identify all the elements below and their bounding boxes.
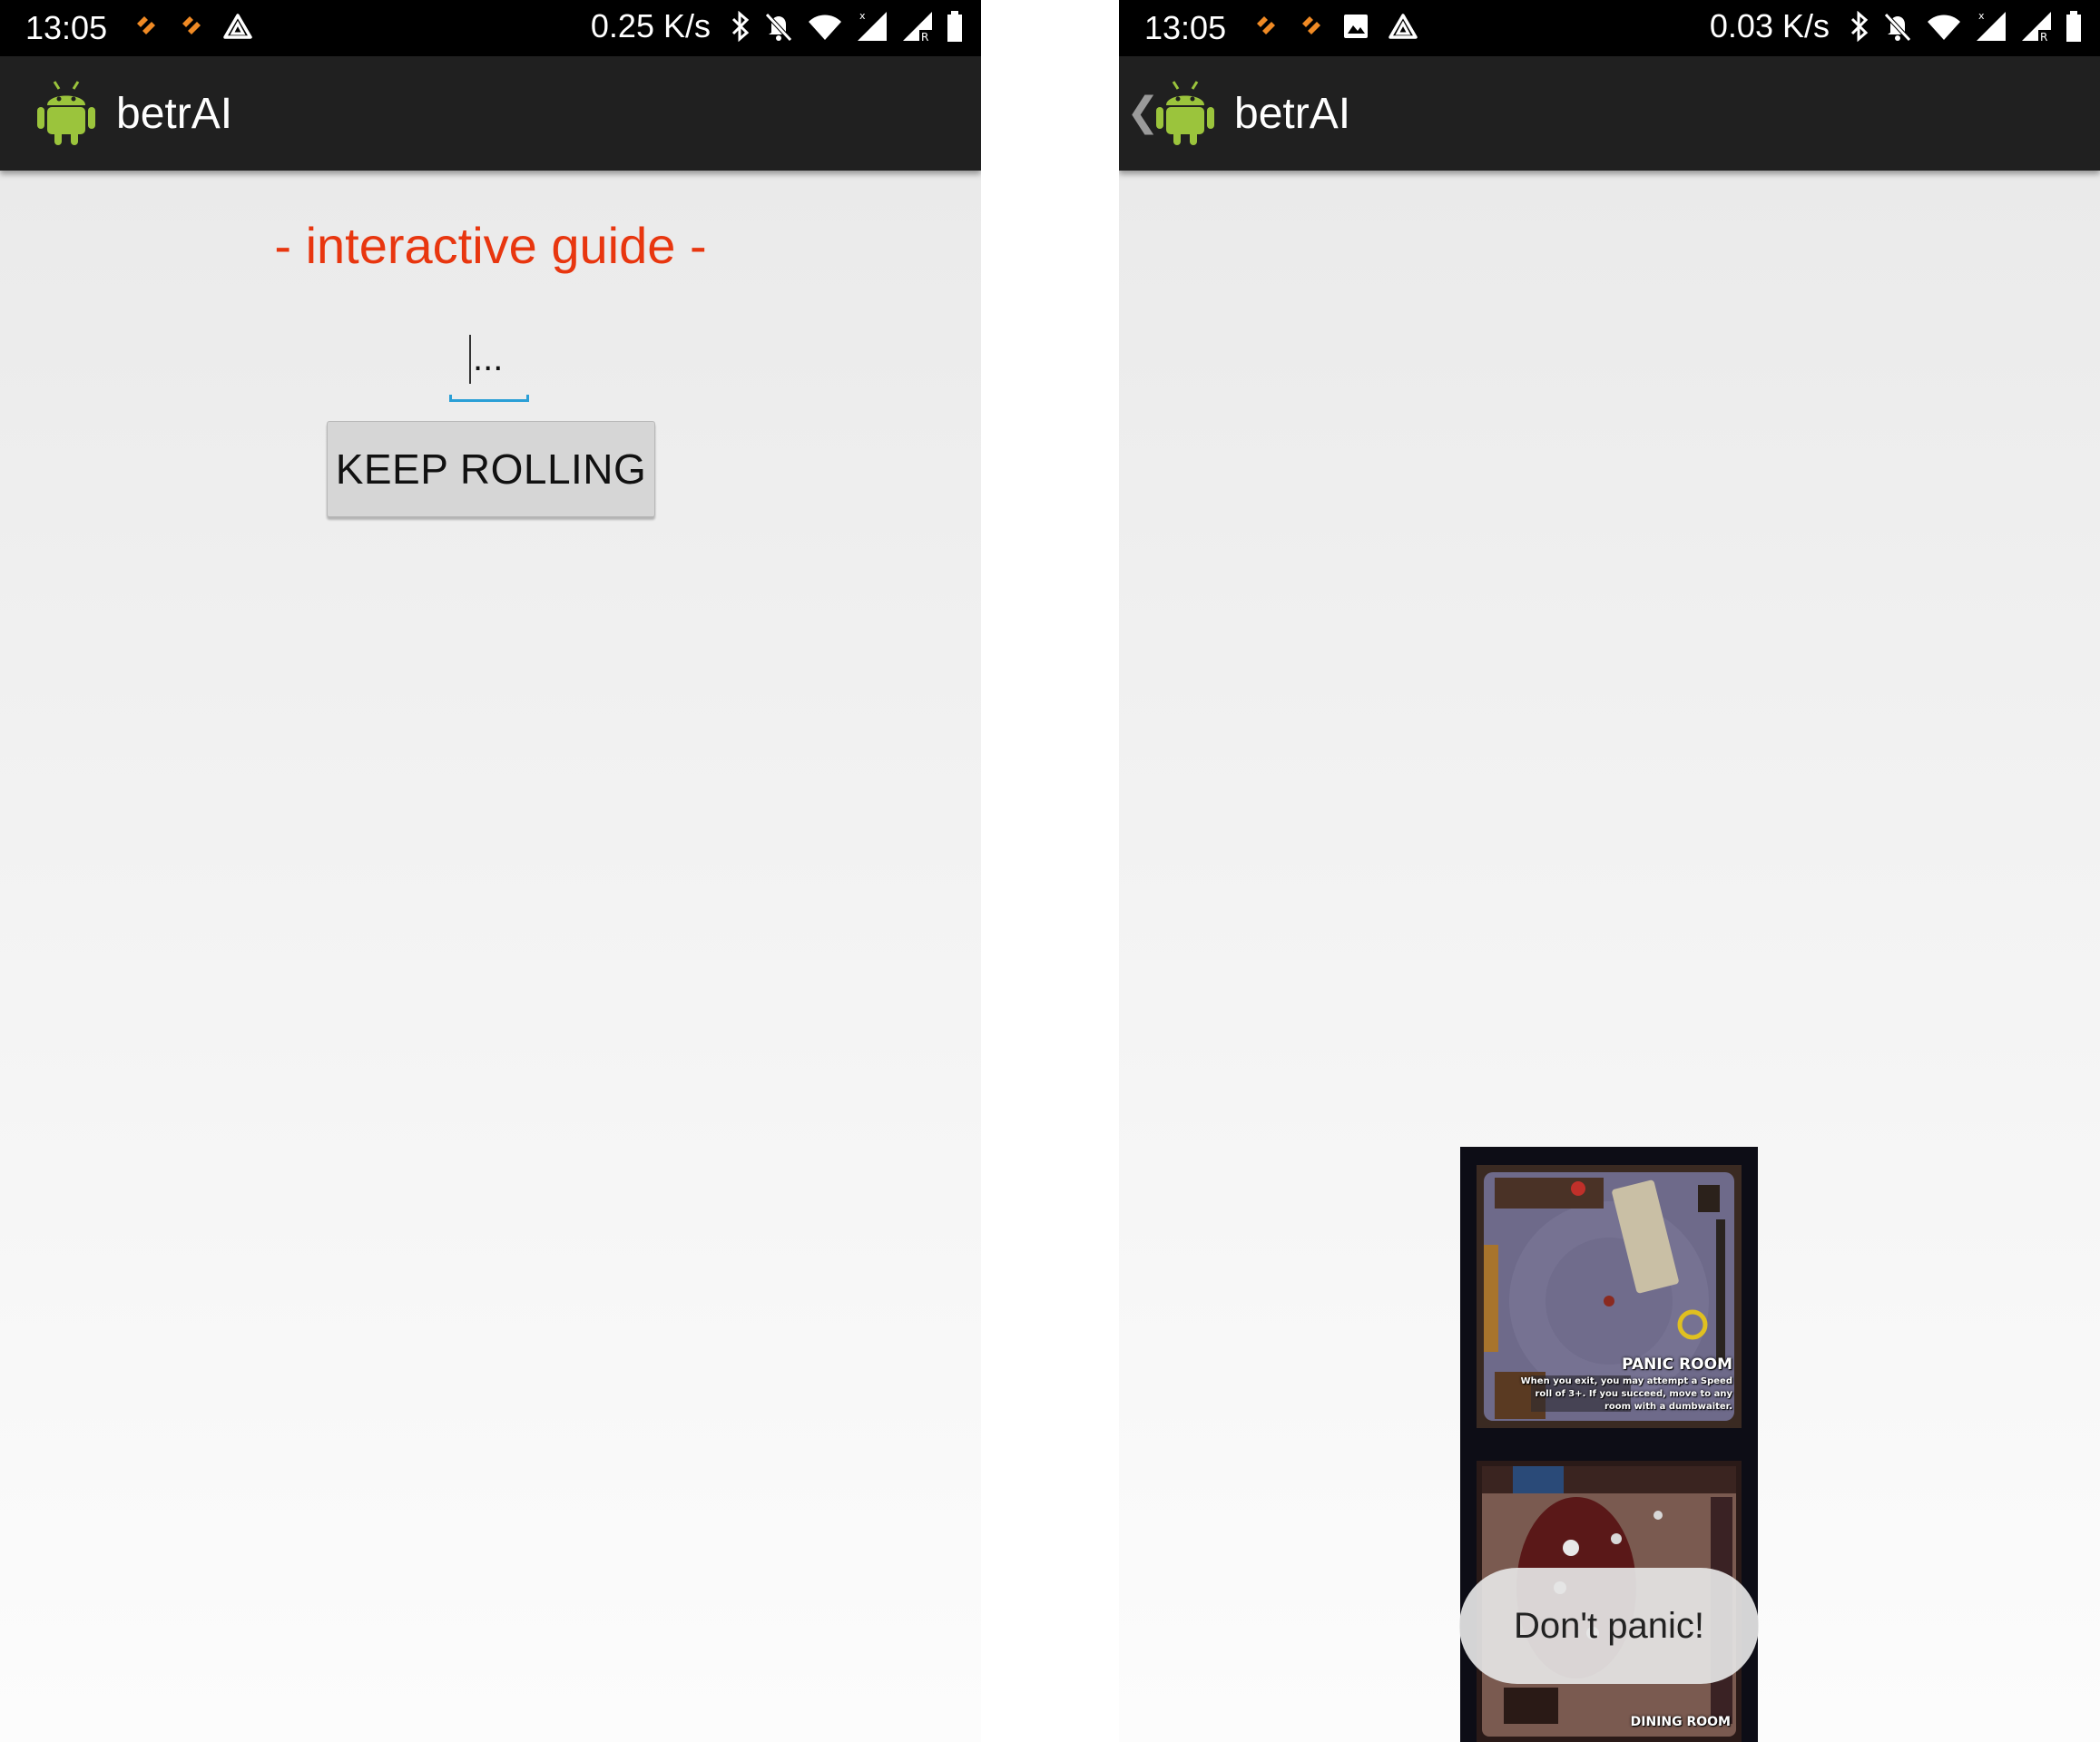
dining-room-name: DINING ROOM bbox=[1630, 1715, 1731, 1729]
right-phone-screen: 13:05 0.03 K/s x R ❮ betrAI PANIC ROOM W… bbox=[1119, 0, 2100, 1742]
signal-roaming-icon: R bbox=[2020, 10, 2053, 43]
action-bar: betrAI bbox=[0, 56, 981, 171]
keep-rolling-button[interactable]: KEEP ROLLING bbox=[327, 421, 655, 517]
app-title: betrAI bbox=[1234, 90, 1351, 138]
status-time: 13:05 bbox=[25, 9, 108, 46]
left-phone-screen: 13:05 0.25 K/s x R betrAI - interactive … bbox=[0, 0, 981, 1742]
status-time: 13:05 bbox=[1144, 9, 1227, 46]
status-left-icons bbox=[1251, 13, 1418, 40]
status-left-icons bbox=[132, 13, 253, 40]
wifi-icon bbox=[807, 11, 843, 42]
guide-title: - interactive guide - bbox=[274, 217, 707, 274]
panic-room-tile: PANIC ROOM When you exit, you may attemp… bbox=[1477, 1165, 1742, 1428]
android-logo-icon[interactable] bbox=[1153, 76, 1217, 153]
svg-text:x: x bbox=[1978, 10, 1985, 22]
app-notification-icon bbox=[177, 13, 204, 40]
svg-text:x: x bbox=[859, 10, 866, 22]
dots-text: ... bbox=[473, 338, 504, 378]
battery-icon bbox=[947, 10, 963, 43]
app-notification-icon bbox=[1251, 13, 1279, 40]
svg-text:R: R bbox=[2040, 31, 2047, 43]
dots-text-field[interactable]: ... bbox=[449, 331, 531, 402]
muted-bell-icon bbox=[763, 11, 794, 42]
android-logo-icon[interactable] bbox=[34, 76, 98, 153]
signal-icon: x bbox=[856, 10, 888, 43]
signal-roaming-icon: R bbox=[901, 10, 934, 43]
text-cursor bbox=[469, 335, 471, 384]
app-notification-icon bbox=[132, 13, 159, 40]
network-speed: 0.03 K/s bbox=[1709, 7, 1830, 44]
drive-icon bbox=[1388, 13, 1418, 40]
battery-icon bbox=[2066, 10, 2082, 43]
muted-bell-icon bbox=[1882, 11, 1913, 42]
panic-room-name: PANIC ROOM bbox=[1622, 1355, 1732, 1374]
bluetooth-icon bbox=[1850, 11, 1869, 42]
action-bar: ❮ betrAI bbox=[1119, 56, 2100, 171]
field-underline bbox=[449, 395, 529, 402]
bluetooth-icon bbox=[731, 11, 751, 42]
status-bar: 13:05 0.25 K/s x R bbox=[0, 0, 981, 56]
svg-text:R: R bbox=[921, 31, 928, 43]
status-right-icons: 0.25 K/s x R bbox=[591, 7, 963, 45]
wifi-icon bbox=[1926, 11, 1962, 42]
drive-icon bbox=[222, 13, 253, 40]
app-title: betrAI bbox=[116, 90, 233, 138]
status-right-icons: 0.03 K/s x R bbox=[1710, 7, 2082, 45]
network-speed: 0.25 K/s bbox=[590, 7, 711, 44]
status-bar: 13:05 0.03 K/s x R bbox=[1119, 0, 2100, 56]
panic-room-description: When you exit, you may attempt a Speed r… bbox=[1520, 1376, 1732, 1412]
toast-message: Don't panic! bbox=[1459, 1568, 1759, 1684]
app-notification-icon bbox=[1297, 13, 1324, 40]
image-icon bbox=[1342, 13, 1369, 40]
signal-icon: x bbox=[1975, 10, 2007, 43]
